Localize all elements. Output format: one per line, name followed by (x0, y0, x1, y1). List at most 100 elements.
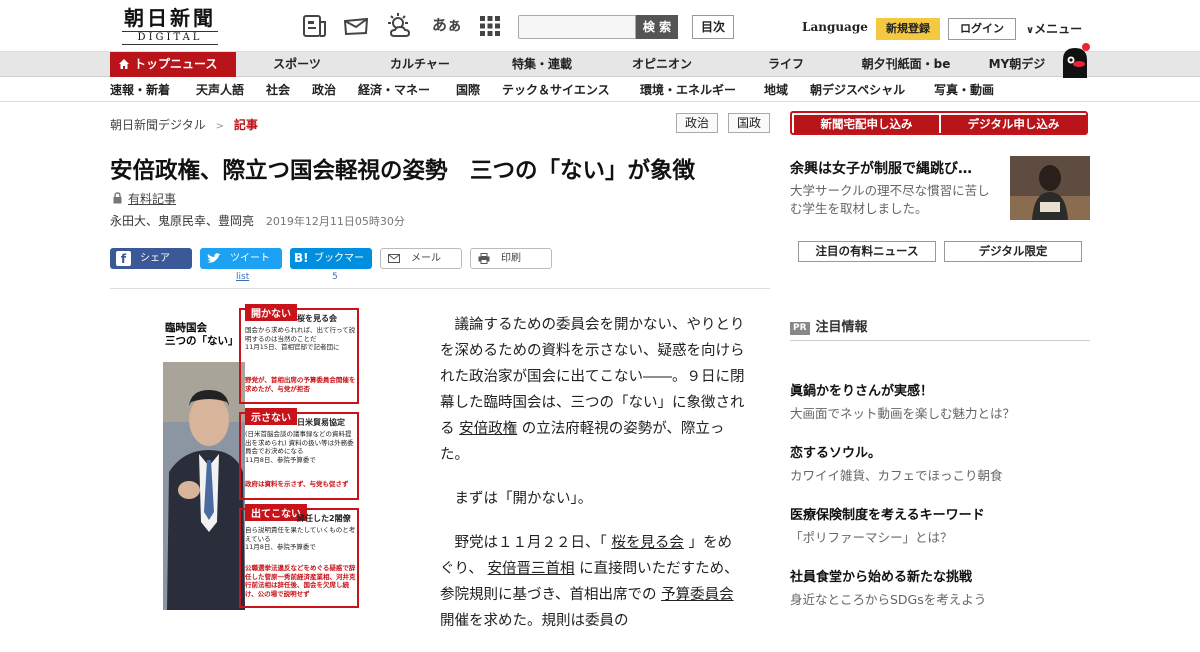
pr-section-title: 注目情報 (815, 320, 868, 335)
figure-box-label: 辞任した2閣僚 (297, 514, 351, 523)
keyword-link[interactable]: 安倍政権 (459, 421, 517, 437)
nav-item-sports[interactable]: スポーツ (262, 52, 332, 77)
main-nav: トップニュース スポーツ カルチャー 特集・連載 オピニオン ライフ 朝夕刊紙面… (0, 52, 1200, 77)
facebook-share-button[interactable]: f シェア (110, 248, 192, 269)
figure-box-note: 政府は資料を示さず、与党も促さず (245, 480, 349, 488)
nav-item-my-asahi[interactable]: MY朝デジ (982, 52, 1052, 77)
tab-digital-only[interactable]: デジタル限定 (944, 241, 1082, 262)
keyword-link[interactable]: 予算委員会 (661, 587, 734, 603)
keyword-link[interactable]: 安倍晋三首相 (488, 561, 575, 577)
pr-section-header: PR 注目情報 (790, 316, 1090, 335)
breadcrumb: 朝日新聞デジタル > 記事 (110, 116, 258, 133)
site-logo[interactable]: 朝日新聞 DIGITAL (114, 6, 226, 46)
mail-icon[interactable] (342, 12, 370, 40)
weather-icon[interactable] (386, 12, 414, 40)
search-button[interactable]: 検 索 (636, 15, 678, 39)
tab-paid-news[interactable]: 注目の有料ニュース (798, 241, 936, 262)
subnav-item[interactable]: 環境・エネルギー (640, 78, 736, 102)
text: 議論するための委員会を開かない、やりとりを深めるための資料を示さない、疑惑を向け… (440, 317, 745, 437)
pr-item-description[interactable]: 「ポリファーマシー」とは？ (790, 527, 953, 546)
subnav-item[interactable]: 国際 (456, 78, 480, 102)
breadcrumb-separator: > (215, 121, 224, 132)
article-figure[interactable]: 臨時国会 三つの「ない」 開かない 桜を見る会 国会から求められれば、出て行って… (163, 304, 361, 610)
figure-box-text: (日米首脳会談の議事録などの資料提出を求められ) 資料の扱い等は外務委員会でお決… (245, 430, 354, 464)
subnav-item[interactable]: 地域 (764, 78, 788, 102)
print-button[interactable]: 印刷 (470, 248, 552, 269)
login-button[interactable]: ログイン (948, 18, 1016, 40)
figure-box-note: 公職選挙法違反などをめぐる疑惑で辞任した菅原一秀前経済産業相、河井克行前法相は辞… (245, 564, 356, 598)
subnav-item[interactable]: 経済・マネー (358, 78, 430, 102)
subnav-item[interactable]: 写真・動画 (934, 78, 994, 102)
tweet-count[interactable]: list (236, 272, 249, 282)
grid-icon[interactable] (476, 12, 504, 40)
nav-item-opinion[interactable]: オピニオン (622, 52, 702, 77)
menu-button[interactable]: ∨メニュー (1026, 20, 1082, 37)
toc-button[interactable]: 目次 (692, 15, 734, 39)
publish-date: 2019年12月11日05時30分 (265, 215, 405, 228)
print-label: 印刷 (501, 253, 521, 264)
mail-label: メール (411, 253, 441, 264)
pr-item-description[interactable]: カワイイ雑貨、カフェでほっこり朝食 (790, 465, 1003, 484)
figure-box-title: 示さない (245, 408, 297, 425)
pr-item-title[interactable]: 恋するソウル。 (790, 442, 881, 461)
subscribe-buttons: 新聞宅配申し込み デジタル申し込み (790, 111, 1088, 135)
register-button[interactable]: 新規登録 (876, 18, 940, 40)
news-icon[interactable] (300, 12, 328, 40)
site-header: 朝日新聞 DIGITAL あぁ 検 索 目次 Language 新規登録 ログイ… (0, 0, 1200, 52)
font-size-icon[interactable]: あぁ (432, 14, 462, 35)
byline: 永田大、鬼原民幸、豊岡亮 2019年12月11日05時30分 (110, 212, 405, 229)
keyword-link[interactable]: 桜を見る会 (611, 535, 684, 551)
bookmark-count[interactable]: 5 (332, 272, 338, 282)
nav-item-paper[interactable]: 朝夕刊紙面・be (856, 52, 956, 77)
envelope-icon (388, 254, 400, 263)
divider (110, 288, 770, 289)
home-icon (119, 59, 129, 69)
subnav-item[interactable]: 政治 (312, 78, 336, 102)
nav-item-life[interactable]: ライフ (756, 52, 816, 77)
facebook-icon: f (116, 251, 131, 266)
language-link[interactable]: Language (802, 20, 868, 34)
paragraph: まずは「開かない」。 (454, 491, 593, 507)
promo-thumbnail[interactable] (1010, 156, 1090, 220)
logo-subtext: DIGITAL (122, 31, 218, 45)
nav-item-features[interactable]: 特集・連載 (500, 52, 584, 77)
paragraph: 野党は１１月２２日、「 桜を見る会 」をめぐり、 安倍晋三首相 に直接問いただす… (440, 530, 746, 634)
figure-box-note: 野党が、首相出席の予算委員会開催を求めたが、与党が拒否 (245, 376, 356, 393)
hatena-icon: B! (294, 251, 309, 265)
pr-item-description[interactable]: 大画面でネット動画を楽しむ魅力とは？ (790, 403, 1015, 422)
authors: 永田大、鬼原民幸、豊岡亮 (110, 214, 255, 228)
breadcrumb-home[interactable]: 朝日新聞デジタル (110, 118, 206, 132)
chevron-down-icon: ∨ (1026, 25, 1035, 36)
breadcrumb-current: 記事 (233, 118, 258, 132)
pr-item-description[interactable]: 身近なところからSDGsを考えよう (790, 589, 986, 608)
nav-item-culture[interactable]: カルチャー (380, 52, 460, 77)
nav-item-top-news[interactable]: トップニュース (110, 52, 236, 77)
promo-title[interactable]: 余興は女子が制服で縄跳び… (790, 158, 972, 178)
mail-share-button[interactable]: メール (380, 248, 462, 269)
printer-icon (478, 253, 490, 264)
twitter-icon (207, 253, 221, 263)
tag-politics[interactable]: 政治 (676, 113, 718, 133)
tag-national[interactable]: 国政 (728, 113, 770, 133)
search-input[interactable] (518, 15, 636, 39)
figure-box: 開かない 桜を見る会 国会から求められれば、出て行って説明するのは当然のことだ … (239, 304, 359, 404)
subnav-item[interactable]: 速報・新着 (110, 78, 170, 102)
subnav-item[interactable]: テック＆サイエンス (502, 78, 610, 102)
digital-subscribe-button[interactable]: デジタル申し込み (941, 115, 1086, 133)
newspaper-subscribe-button[interactable]: 新聞宅配申し込み (794, 115, 939, 133)
tweet-button[interactable]: ツイート (200, 248, 282, 269)
subnav-item[interactable]: 社会 (266, 78, 290, 102)
paid-article-label[interactable]: 有料記事 (128, 190, 176, 207)
figure-heading: 臨時国会 三つの「ない」 (165, 322, 239, 347)
subnav-item[interactable]: 天声人語 (196, 78, 244, 102)
article-body: 議論するための委員会を開かない、やりとりを深めるための資料を示さない、疑惑を向け… (440, 312, 746, 652)
subnav-item[interactable]: 朝デジスペシャル (810, 78, 905, 102)
menu-label: メニュー (1034, 22, 1083, 36)
promo-description[interactable]: 大学サークルの理不尽な慣習に苦しむ学生を取材しました。 (790, 182, 1002, 218)
pr-item-title[interactable]: 眞鍋かをりさんが実感！ (790, 380, 933, 399)
paragraph: 議論するための委員会を開かない、やりとりを深めるための資料を示さない、疑惑を向け… (440, 312, 746, 468)
pr-item-title[interactable]: 社員食堂から始める新たな挑戦 (790, 566, 972, 585)
hatena-bookmark-button[interactable]: B! ブックマーク (290, 248, 372, 285)
pr-item-title[interactable]: 医療保険制度を考えるキーワード (790, 504, 985, 523)
text: 開催を求めた。規則は委員の (440, 613, 629, 629)
